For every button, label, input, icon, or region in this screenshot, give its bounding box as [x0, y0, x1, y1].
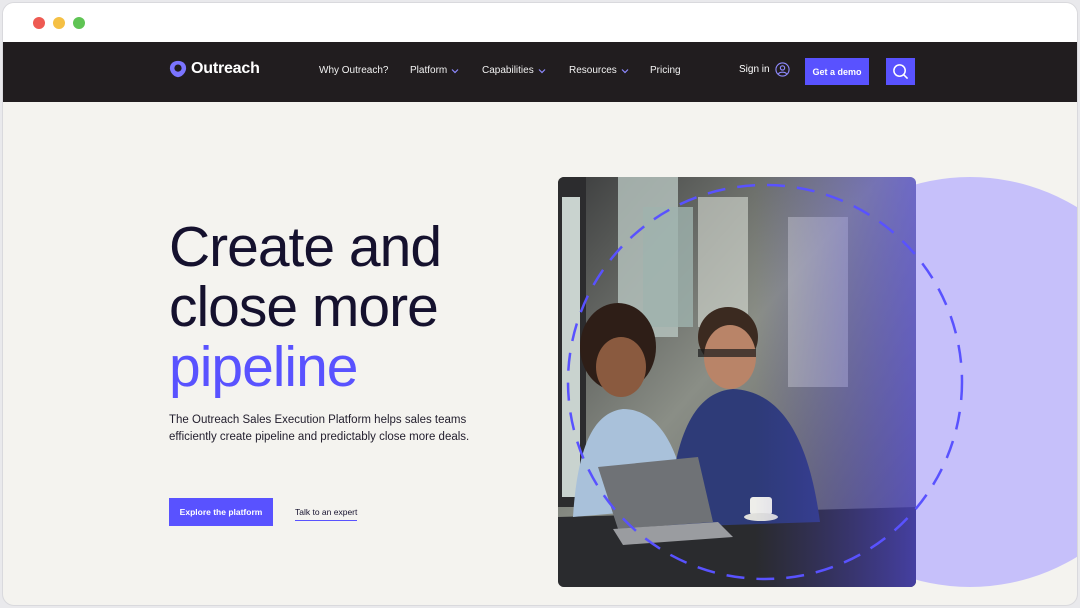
nav-item-pricing[interactable]: Pricing: [650, 65, 681, 76]
user-icon: [774, 62, 790, 77]
top-navbar: Outreach Why Outreach? Platform Capabili…: [3, 42, 1077, 102]
nav-item-label: Capabilities: [482, 65, 534, 76]
hero-heading-line-1: Create and: [169, 215, 442, 279]
search-button[interactable]: [886, 58, 915, 85]
get-a-demo-button[interactable]: Get a demo: [805, 58, 869, 85]
hero-heading: Create and close more pipeline: [169, 215, 442, 399]
outreach-logo-icon: [169, 60, 187, 78]
outreach-logo[interactable]: Outreach: [169, 60, 260, 78]
logo-text: Outreach: [191, 60, 260, 77]
nav-item-label: Platform: [410, 65, 448, 76]
nav-item-resources[interactable]: Resources: [569, 65, 629, 76]
nav-item-why-outreach[interactable]: Why Outreach?: [319, 65, 388, 76]
chevron-down-icon: [621, 68, 629, 73]
nav-item-label: Why Outreach?: [319, 65, 389, 76]
nav-item-platform[interactable]: Platform: [410, 65, 459, 76]
sign-in-link[interactable]: Sign in: [739, 62, 790, 77]
chevron-down-icon: [538, 68, 546, 73]
search-icon: [893, 64, 909, 80]
window-titlebar: [3, 3, 1077, 42]
close-window-button[interactable]: [33, 16, 45, 29]
sign-in-label: Sign in: [739, 64, 770, 75]
hero-heading-line-2: close more: [169, 275, 439, 339]
chevron-down-icon: [451, 68, 459, 73]
hero-photo: [558, 177, 916, 587]
hero-heading-accent: pipeline: [169, 335, 359, 399]
maximize-window-button[interactable]: [73, 16, 85, 29]
nav-item-label: Resources: [569, 65, 617, 76]
nav-item-capabilities[interactable]: Capabilities: [482, 65, 546, 76]
explore-platform-button[interactable]: Explore the platform: [169, 498, 273, 526]
talk-to-expert-link[interactable]: Talk to an expert: [295, 507, 358, 521]
browser-window: Outreach Why Outreach? Platform Capabili…: [2, 2, 1078, 606]
nav-item-label: Pricing: [650, 65, 681, 76]
hero-subtitle: The Outreach Sales Execution Platform he…: [169, 414, 470, 443]
minimize-window-button[interactable]: [53, 16, 65, 29]
hero-photo-illustration: [558, 177, 916, 587]
